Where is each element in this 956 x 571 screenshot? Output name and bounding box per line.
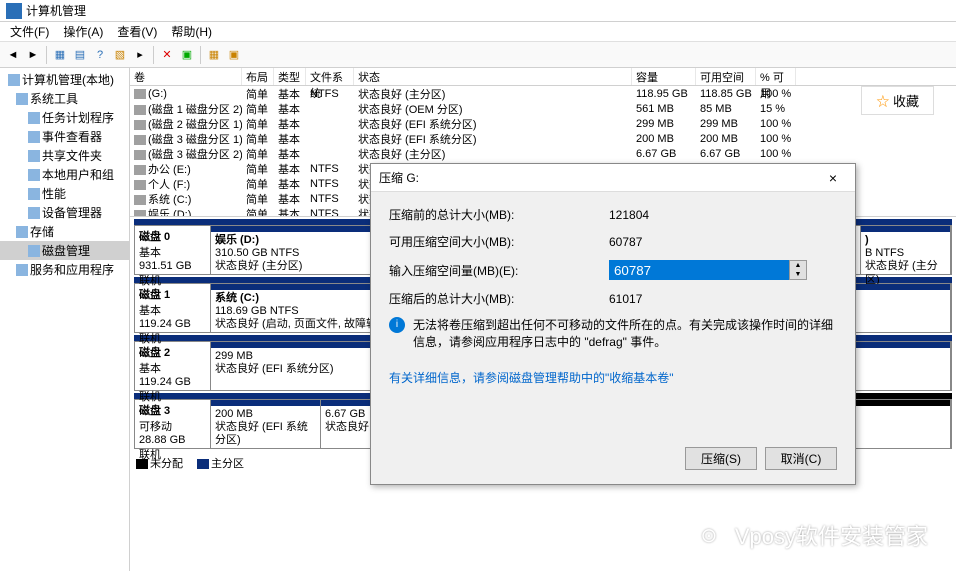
dialog-info-text: 无法将卷压缩到超出任何不可移动的文件所在的点。有关完成该操作时间的详细信息，请参… <box>413 317 837 351</box>
menu-view[interactable]: 查看(V) <box>111 21 163 42</box>
menu-action[interactable]: 操作(A) <box>57 21 109 42</box>
label-input: 输入压缩空间量(MB)(E): <box>389 262 609 279</box>
info-icon: i <box>389 317 405 333</box>
value-before: 121804 <box>609 208 837 222</box>
tb-btn-7[interactable]: ▦ <box>205 46 223 64</box>
disk-3-part-0[interactable]: 200 MB状态良好 (EFI 系统分区) <box>211 400 321 448</box>
col-capacity[interactable]: 容量 <box>632 68 696 85</box>
tb-btn-5[interactable]: ▸ <box>131 46 149 64</box>
dialog-help-link[interactable]: 有关详细信息，请参阅磁盘管理帮助中的"收缩基本卷" <box>389 369 837 386</box>
dialog-titlebar: 压缩 G: × <box>371 164 855 192</box>
disk-2-info[interactable]: 磁盘 2基本119.24 GB联机 <box>135 342 211 390</box>
dialog-info: i 无法将卷压缩到超出任何不可移动的文件所在的点。有关完成该操作时间的详细信息，… <box>389 317 837 351</box>
tb-btn-3[interactable]: ? <box>91 46 109 64</box>
shrink-button[interactable]: 压缩(S) <box>685 447 757 470</box>
app-icon <box>6 3 22 19</box>
disk-0-info[interactable]: 磁盘 0基本931.51 GB联机 <box>135 226 211 274</box>
volume-row[interactable]: (G:)简单基本NTFS状态良好 (主分区)118.95 GB118.85 GB… <box>130 86 956 101</box>
col-pct[interactable]: % 可用 <box>756 68 796 85</box>
volume-header: 卷 布局 类型 文件系统 状态 容量 可用空间 % 可用 <box>130 68 956 86</box>
value-after: 61017 <box>609 292 837 306</box>
tb-delete-button[interactable]: ✕ <box>158 46 176 64</box>
menu-file[interactable]: 文件(F) <box>4 21 55 42</box>
col-layout[interactable]: 布局 <box>242 68 274 85</box>
shrink-dialog: 压缩 G: × 压缩前的总计大小(MB):121804 可用压缩空间大小(MB)… <box>370 163 856 485</box>
tree-diskmgmt[interactable]: 磁盘管理 <box>0 241 129 260</box>
spin-up-button[interactable]: ▲ <box>790 261 806 270</box>
wechat-icon: ⊙ <box>691 517 727 553</box>
tree-scheduler[interactable]: 任务计划程序 <box>0 108 129 127</box>
nav-tree[interactable]: 计算机管理(本地) 系统工具 任务计划程序 事件查看器 共享文件夹 本地用户和组… <box>0 68 130 571</box>
tree-storage[interactable]: 存储 <box>0 222 129 241</box>
col-fs[interactable]: 文件系统 <box>306 68 354 85</box>
volume-row[interactable]: (磁盘 3 磁盘分区 1)简单基本状态良好 (EFI 系统分区)200 MB20… <box>130 131 956 146</box>
label-avail: 可用压缩空间大小(MB): <box>389 233 609 250</box>
tree-devmgr[interactable]: 设备管理器 <box>0 203 129 222</box>
tree-services[interactable]: 服务和应用程序 <box>0 260 129 279</box>
tree-perf[interactable]: 性能 <box>0 184 129 203</box>
col-free[interactable]: 可用空间 <box>696 68 756 85</box>
window-title: 计算机管理 <box>26 2 86 19</box>
shrink-amount-input[interactable] <box>609 260 789 280</box>
col-status[interactable]: 状态 <box>354 68 632 85</box>
cancel-button[interactable]: 取消(C) <box>765 447 837 470</box>
nav-fwd-button[interactable]: ► <box>24 46 42 64</box>
col-type[interactable]: 类型 <box>274 68 306 85</box>
menu-help[interactable]: 帮助(H) <box>165 21 218 42</box>
tb-btn-6[interactable]: ▣ <box>178 46 196 64</box>
label-after: 压缩后的总计大小(MB): <box>389 290 609 307</box>
tb-btn-4[interactable]: ▧ <box>111 46 129 64</box>
watermark: ⊙ Vposy软件安装管家 <box>691 517 928 553</box>
titlebar: 计算机管理 <box>0 0 956 22</box>
tree-root[interactable]: 计算机管理(本地) <box>0 70 129 89</box>
disk-0-part-1[interactable]: )B NTFS状态良好 (主分区) <box>861 226 951 274</box>
spin-down-button[interactable]: ▼ <box>790 270 806 279</box>
volume-row[interactable]: (磁盘 3 磁盘分区 2)简单基本状态良好 (主分区)6.67 GB6.67 G… <box>130 146 956 161</box>
volume-row[interactable]: (磁盘 1 磁盘分区 2)简单基本状态良好 (OEM 分区)561 MB85 M… <box>130 101 956 116</box>
tree-users[interactable]: 本地用户和组 <box>0 165 129 184</box>
disk-3-info[interactable]: 磁盘 3可移动28.88 GB联机 <box>135 400 211 448</box>
volume-row[interactable]: (磁盘 2 磁盘分区 1)简单基本状态良好 (EFI 系统分区)299 MB29… <box>130 116 956 131</box>
menubar: 文件(F) 操作(A) 查看(V) 帮助(H) <box>0 22 956 42</box>
label-before: 压缩前的总计大小(MB): <box>389 206 609 223</box>
favorite-button[interactable]: ☆ 收藏 <box>861 86 934 115</box>
tb-btn-2[interactable]: ▤ <box>71 46 89 64</box>
tb-btn-1[interactable]: ▦ <box>51 46 69 64</box>
dialog-title: 压缩 G: <box>379 169 419 186</box>
tree-shared[interactable]: 共享文件夹 <box>0 146 129 165</box>
tb-btn-8[interactable]: ▣ <box>225 46 243 64</box>
tree-eventviewer[interactable]: 事件查看器 <box>0 127 129 146</box>
col-volume[interactable]: 卷 <box>130 68 242 85</box>
value-avail: 60787 <box>609 235 837 249</box>
dialog-close-button[interactable]: × <box>819 170 847 186</box>
tree-systools[interactable]: 系统工具 <box>0 89 129 108</box>
toolbar: ◄ ► ▦ ▤ ? ▧ ▸ ✕ ▣ ▦ ▣ <box>0 42 956 68</box>
disk-1-info[interactable]: 磁盘 1基本119.24 GB联机 <box>135 284 211 332</box>
star-icon: ☆ <box>876 94 889 109</box>
nav-back-button[interactable]: ◄ <box>4 46 22 64</box>
